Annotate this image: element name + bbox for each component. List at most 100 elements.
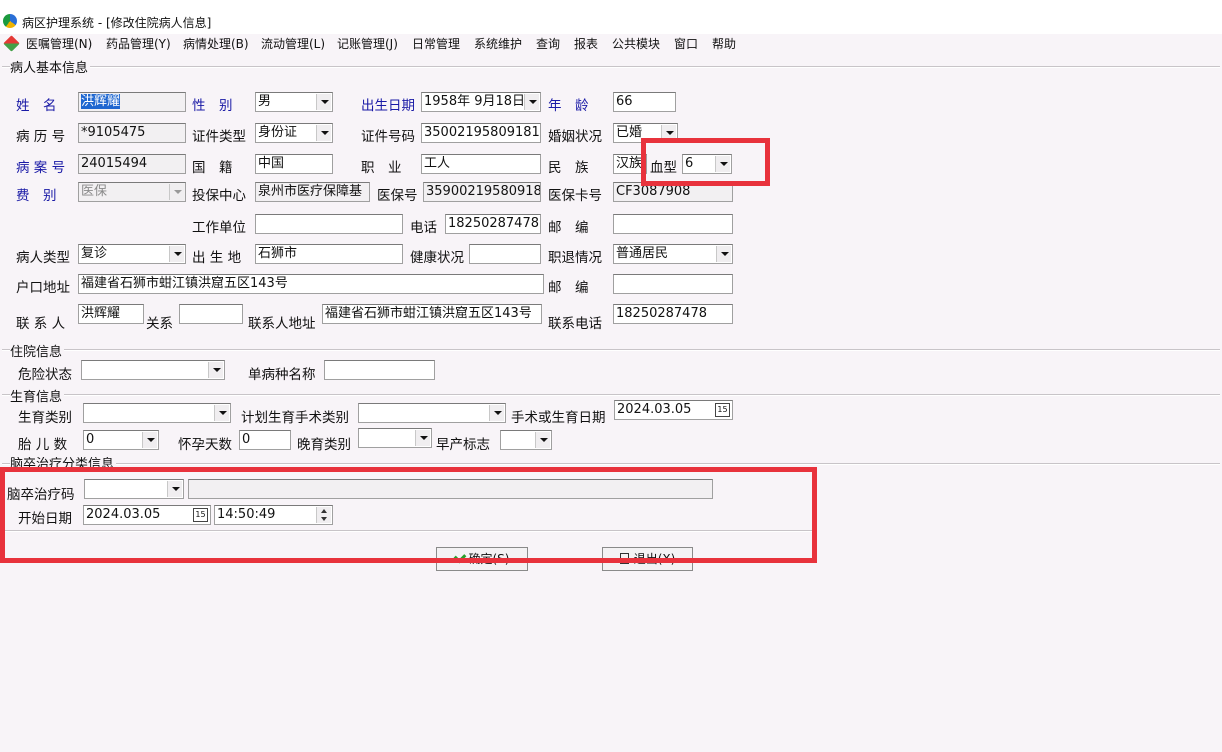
phone-field[interactable]: 18250287478 — [445, 214, 541, 234]
name-field[interactable]: 洪辉耀 — [78, 92, 186, 112]
retire-select[interactable]: 普通居民 — [613, 244, 733, 264]
stroke-group-line — [2, 463, 1220, 465]
btype-label: 生育类别 — [18, 410, 72, 426]
early-select[interactable] — [500, 430, 552, 450]
work-field[interactable] — [255, 214, 403, 234]
zip2-field[interactable] — [613, 274, 733, 294]
menu-daily[interactable]: 日常管理 — [412, 35, 460, 52]
case-field[interactable]: 24015494 — [78, 154, 186, 174]
chevron-down-icon[interactable] — [169, 184, 184, 200]
name-label: 姓 名 — [16, 98, 57, 114]
chevron-down-icon[interactable] — [716, 246, 731, 262]
danger-label: 危险状态 — [18, 367, 72, 383]
fee-select[interactable]: 医保 — [78, 182, 186, 202]
fetus-label: 胎 儿 数 — [18, 437, 68, 453]
hospital-group-title: 住院信息 — [10, 341, 65, 360]
pregdays-label: 怀孕天数 — [178, 437, 232, 453]
contact-phone-label: 联系电话 — [548, 316, 602, 332]
relation-label: 关系 — [146, 316, 173, 332]
idno-field[interactable]: 350021958091815 — [421, 123, 541, 143]
idtype-select[interactable]: 身份证 — [255, 123, 333, 143]
calendar-icon[interactable]: 15 — [715, 403, 730, 417]
birthplace-label: 出 生 地 — [192, 250, 242, 266]
birth-date-picker[interactable]: 1958年 9月18日 — [421, 92, 541, 112]
contact-field[interactable]: 洪辉耀 — [78, 304, 144, 324]
plan-label: 计划生育手术类别 — [241, 410, 349, 426]
menu-flow[interactable]: 流动管理(L) — [261, 35, 325, 52]
nation-field[interactable]: 中国 — [255, 154, 333, 174]
disease-field[interactable] — [324, 360, 435, 380]
health-label: 健康状况 — [410, 250, 464, 266]
birth-group-title: 生育信息 — [10, 386, 65, 405]
zip1-field[interactable] — [613, 214, 733, 234]
bdate-label: 手术或生育日期 — [511, 410, 606, 426]
blood-type-highlight — [641, 138, 770, 186]
menu-query[interactable]: 查询 — [536, 35, 560, 52]
app-logo-icon — [3, 14, 17, 28]
chevron-down-icon[interactable] — [208, 362, 223, 378]
btype-select[interactable] — [83, 403, 231, 423]
contact-addr-label: 联系人地址 — [248, 316, 316, 332]
disease-label: 单病种名称 — [248, 367, 316, 383]
basic-group-line — [2, 66, 1220, 68]
insure-card-label: 医保卡号 — [548, 188, 602, 204]
ptype-select[interactable]: 复诊 — [78, 244, 186, 264]
chevron-down-icon[interactable] — [524, 94, 539, 110]
fee-label: 费 别 — [16, 188, 57, 204]
menu-billing[interactable]: 记账管理(J) — [337, 35, 398, 52]
birth-label: 出生日期 — [361, 98, 415, 114]
birth-group-line — [2, 394, 1220, 396]
menu-condition[interactable]: 病情处理(B) — [183, 35, 249, 52]
record-label: 病 历 号 — [16, 129, 66, 145]
birthplace-field[interactable]: 石狮市 — [255, 244, 403, 264]
fetus-select[interactable]: 0 — [83, 430, 159, 450]
early-label: 早产标志 — [436, 437, 490, 453]
insure-center-field[interactable]: 泉州市医疗保障基 — [255, 182, 370, 202]
work-label: 工作单位 — [192, 220, 246, 236]
insure-no-field[interactable]: 35900219580918150 — [423, 182, 541, 202]
ethnic-label: 民 族 — [548, 160, 589, 176]
menu-help[interactable]: 帮助 — [712, 35, 736, 52]
zip1-label: 邮 编 — [548, 220, 589, 236]
late-select[interactable] — [358, 428, 432, 448]
zip2-label: 邮 编 — [548, 280, 589, 296]
chevron-down-icon[interactable] — [415, 430, 430, 446]
address-field[interactable]: 福建省石狮市蚶江镇洪窟五区143号 — [78, 274, 544, 294]
menu-window[interactable]: 窗口 — [674, 35, 698, 52]
ptype-label: 病人类型 — [16, 250, 70, 266]
contact-phone-field[interactable]: 18250287478 — [613, 304, 733, 324]
plan-select[interactable] — [358, 403, 506, 423]
bdate-picker[interactable]: 2024.03.05 15 — [614, 400, 733, 420]
chevron-down-icon[interactable] — [142, 432, 157, 448]
menu-system[interactable]: 系统维护 — [474, 35, 522, 52]
job-label: 职 业 — [361, 160, 402, 176]
danger-select[interactable] — [81, 360, 225, 380]
menu-drugs[interactable]: 药品管理(Y) — [106, 35, 171, 52]
chevron-down-icon[interactable] — [316, 125, 331, 141]
pregdays-field[interactable]: 0 — [239, 430, 291, 450]
chevron-down-icon[interactable] — [489, 405, 504, 421]
job-field[interactable]: 工人 — [421, 154, 541, 174]
insure-no-label: 医保号 — [377, 188, 418, 204]
chevron-down-icon[interactable] — [169, 246, 184, 262]
marital-label: 婚姻状况 — [548, 129, 602, 145]
contact-addr-field[interactable]: 福建省石狮市蚶江镇洪窟五区143号 — [322, 304, 542, 324]
idtype-label: 证件类型 — [192, 129, 246, 145]
gender-select[interactable]: 男 — [255, 92, 333, 112]
chevron-down-icon[interactable] — [316, 94, 331, 110]
basic-group-title: 病人基本信息 — [10, 57, 91, 76]
relation-field[interactable] — [179, 304, 243, 324]
idno-label: 证件号码 — [361, 129, 415, 145]
menu-orders[interactable]: 医嘱管理(N) — [26, 35, 92, 52]
address-label: 户口地址 — [16, 280, 70, 296]
menu-common[interactable]: 公共模块 — [612, 35, 660, 52]
window-title: 病区护理系统 - [修改住院病人信息] — [22, 16, 212, 30]
chevron-down-icon[interactable] — [535, 432, 550, 448]
hospital-group-line — [2, 349, 1220, 351]
record-field[interactable]: *9105475 — [78, 123, 186, 143]
menu-report[interactable]: 报表 — [574, 35, 598, 52]
phone-label: 电话 — [410, 220, 437, 236]
chevron-down-icon[interactable] — [214, 405, 229, 421]
age-field[interactable]: 66 — [613, 92, 676, 112]
health-field[interactable] — [469, 244, 541, 264]
